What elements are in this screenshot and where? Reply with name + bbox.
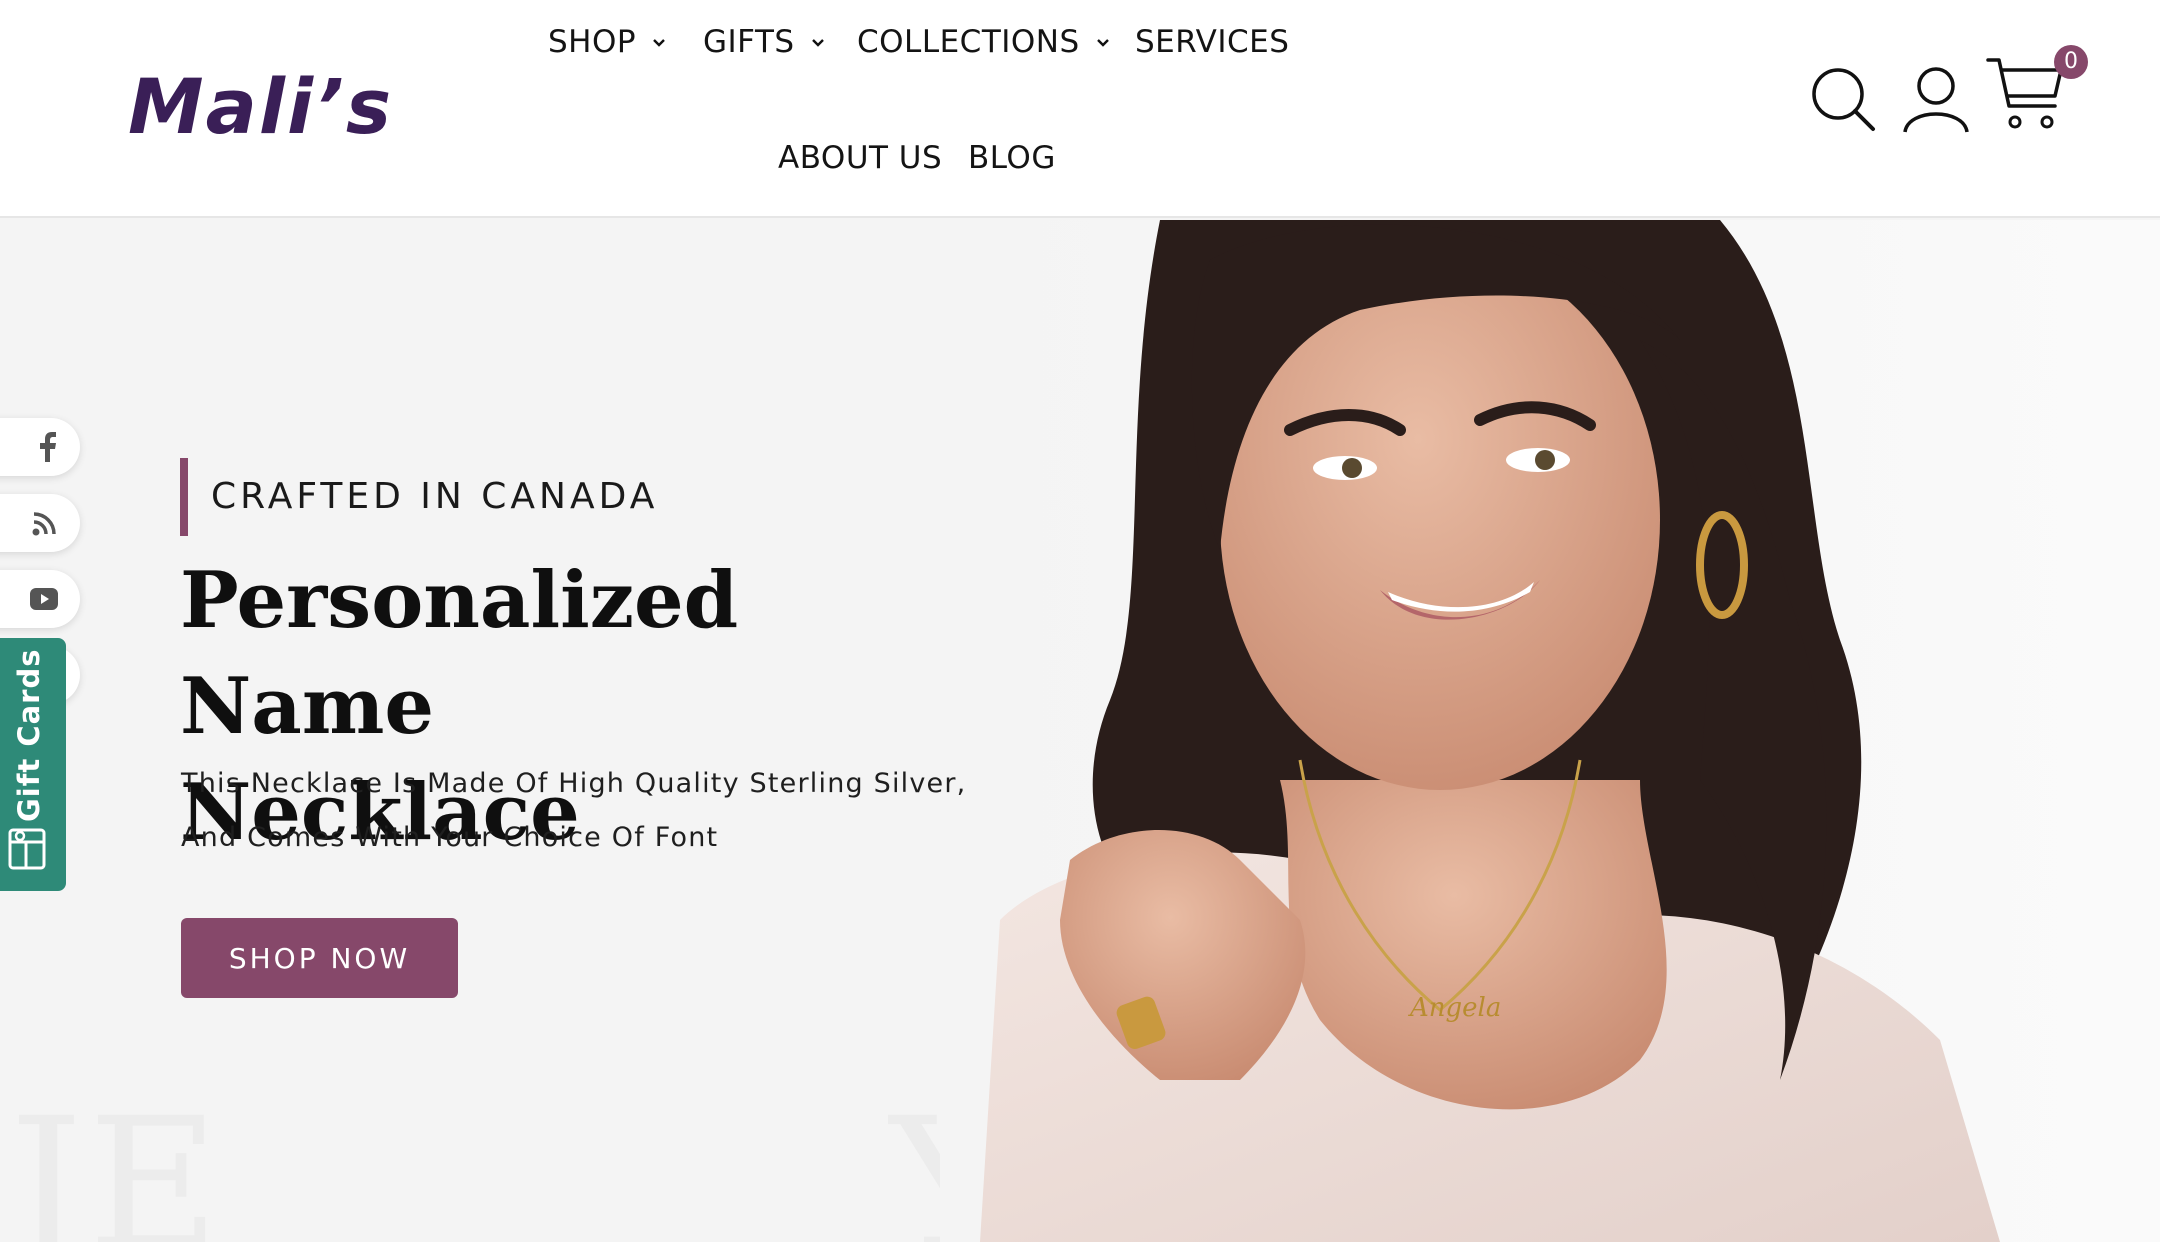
youtube-button[interactable] bbox=[0, 570, 80, 628]
nav-collections-label: COLLECTIONS bbox=[857, 24, 1080, 60]
hero-title: Personalized Name Necklace bbox=[180, 548, 980, 866]
site-header: Mali’s SHOP GIFTS COLLECTIONS SERVICES A… bbox=[0, 0, 2160, 218]
cart-count-badge: 0 bbox=[2054, 45, 2088, 79]
shop-now-button[interactable]: SHOP NOW bbox=[181, 918, 458, 998]
nav-gifts-label: GIFTS bbox=[703, 24, 795, 60]
cart-icon[interactable] bbox=[1985, 56, 2065, 132]
gift-card-icon bbox=[8, 828, 46, 870]
background-watermark: JE bbox=[10, 1080, 226, 1242]
chevron-down-icon bbox=[811, 39, 824, 47]
necklace-name-text: Angela bbox=[1408, 993, 1501, 1023]
site-logo[interactable]: Mali’s bbox=[128, 62, 393, 151]
facebook-button[interactable] bbox=[0, 418, 80, 476]
eyebrow-text: CRAFTED IN CANADA bbox=[211, 476, 659, 517]
nav-blog-label: BLOG bbox=[968, 140, 1056, 176]
nav-blog[interactable]: BLOG bbox=[968, 140, 1056, 176]
gift-cards-tab[interactable]: Gift Cards bbox=[0, 638, 66, 891]
nav-collections[interactable]: COLLECTIONS bbox=[857, 24, 1114, 60]
chevron-down-icon bbox=[1096, 39, 1109, 47]
nav-services[interactable]: SERVICES bbox=[1135, 24, 1289, 60]
search-icon[interactable] bbox=[1810, 66, 1876, 132]
hero-description-line1: This Necklace Is Made Of High Quality St… bbox=[181, 768, 967, 799]
model-photo: Angela bbox=[940, 220, 2160, 1242]
facebook-icon bbox=[40, 432, 56, 462]
nav-about-us[interactable]: ABOUT US bbox=[778, 140, 942, 176]
nav-gifts[interactable]: GIFTS bbox=[703, 24, 829, 60]
hero-title-line1: Personalized Name bbox=[180, 555, 739, 752]
gift-cards-label: Gift Cards bbox=[12, 648, 46, 823]
eyebrow-accent-bar bbox=[180, 458, 188, 536]
nav-about-label: ABOUT US bbox=[778, 140, 943, 176]
nav-shop[interactable]: SHOP bbox=[548, 24, 670, 60]
hero-banner: JE Y bbox=[0, 220, 2160, 1242]
youtube-icon bbox=[30, 588, 58, 610]
nav-shop-label: SHOP bbox=[548, 24, 637, 60]
chevron-down-icon bbox=[653, 39, 665, 47]
rss-button[interactable] bbox=[0, 494, 80, 552]
nav-services-label: SERVICES bbox=[1135, 24, 1290, 60]
user-icon[interactable] bbox=[1902, 64, 1970, 134]
rss-icon bbox=[32, 512, 56, 536]
hero-description-line2: And Comes With Your Choice Of Font bbox=[181, 822, 719, 853]
